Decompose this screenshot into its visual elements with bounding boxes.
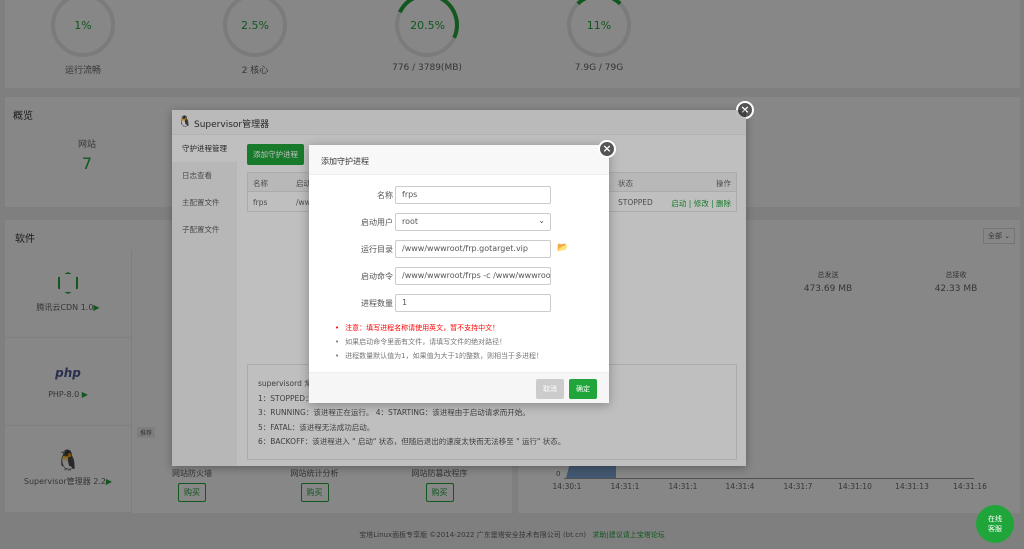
tip-process-count: 进程数量默认值为1，如果值为大于1的整数，则相当于多进程！ [335,351,543,361]
dialog-title: 添加守护进程 [321,157,369,166]
name-row: 名称 frps [309,186,609,206]
chevron-down-icon: ⌄ [538,216,545,225]
dialog-footer: 取消 确定 [309,372,609,403]
command-row: 启动命令/www/wwwroot/frps -c /www/wwwroot/fr… [309,267,609,287]
user-row: 启动用户 root ⌄ [309,213,609,233]
command-input[interactable]: /www/wwwroot/frps -c /www/wwwroot/frps. [395,267,551,285]
online-support-button[interactable]: 在线客服 [976,505,1014,543]
process-count-row: 进程数量 1 [309,294,609,314]
user-select[interactable]: root ⌄ [395,213,551,231]
folder-open-icon[interactable]: 📂 [557,243,568,253]
confirm-button[interactable]: 确定 [569,379,597,399]
dialog-header: 添加守护进程 [309,145,609,175]
name-input[interactable]: frps [395,186,551,204]
directory-input[interactable]: /www/wwwroot/frp.gotarget.vip [395,240,551,258]
dialog-close-icon[interactable]: × [598,140,616,158]
add-daemon-dialog: 添加守护进程 名称 frps 启动用户 root ⌄ 运行目录/www/wwwroot… [309,145,609,403]
tip-english-only: 注意：填写进程名称请使用英文，暂不支持中文！ [335,323,499,333]
cancel-button[interactable]: 取消 [536,379,564,399]
process-count-input[interactable]: 1 [395,294,551,312]
tip-absolute-path: 如果启动命令里面有文件，请填写文件的绝对路径！ [335,337,506,347]
directory-row: 运行目录/www/wwwroot/frp.gotarget.vip 📂 [309,240,609,260]
